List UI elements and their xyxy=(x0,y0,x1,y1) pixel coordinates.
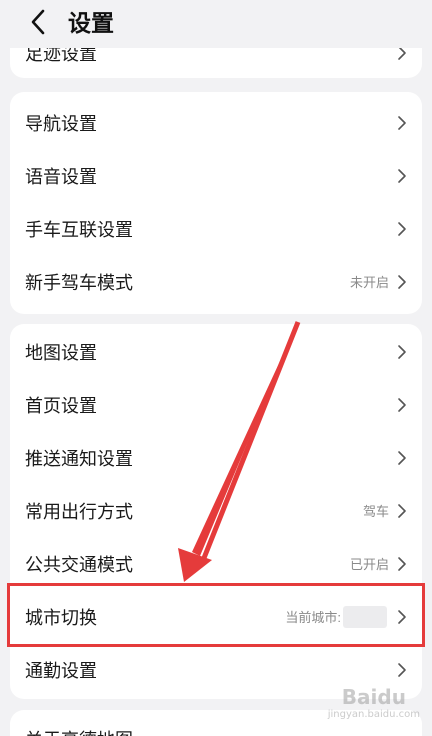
settings-page: 足迹设置 设置 导航设置 语音设置 手车互联设置 新手驾车模式 未开启 地图设置… xyxy=(0,0,432,736)
row-label: 常用出行方式 xyxy=(25,501,133,522)
chevron-right-icon xyxy=(397,168,407,184)
chevron-right-icon xyxy=(397,115,407,131)
chevron-right-icon xyxy=(397,274,407,290)
row-label: 新手驾车模式 xyxy=(25,272,133,293)
row-label: 地图设置 xyxy=(25,342,97,363)
row-label: 语音设置 xyxy=(25,166,97,187)
row-label: 城市切换 xyxy=(25,607,97,628)
push-notification-settings-row[interactable]: 推送通知设置 xyxy=(10,431,422,484)
baidu-watermark: Baidu jingyan.baidu.com xyxy=(327,687,420,724)
public-transit-mode-row[interactable]: 公共交通模式 已开启 xyxy=(10,537,422,590)
page-title: 设置 xyxy=(68,10,114,36)
settings-card-2: 地图设置 首页设置 推送通知设置 常用出行方式 驾车 公共交通模式 已开启 城市… xyxy=(10,324,422,699)
chevron-right-icon xyxy=(397,221,407,237)
watermark-subtext: jingyan.baidu.com xyxy=(327,709,420,720)
row-status-value: 未开启 xyxy=(349,275,389,290)
row-label: 首页设置 xyxy=(25,395,97,416)
chevron-right-icon xyxy=(397,450,407,466)
header-bar: 设置 xyxy=(0,0,432,48)
map-settings-row[interactable]: 地图设置 xyxy=(10,325,422,378)
novice-driving-mode-row[interactable]: 新手驾车模式 未开启 xyxy=(10,255,422,308)
home-settings-row[interactable]: 首页设置 xyxy=(10,378,422,431)
row-label: 通勤设置 xyxy=(25,660,97,681)
row-label: 导航设置 xyxy=(25,113,97,134)
navigation-settings-row[interactable]: 导航设置 xyxy=(10,96,422,149)
phone-car-link-row[interactable]: 手车互联设置 xyxy=(10,202,422,255)
voice-settings-row[interactable]: 语音设置 xyxy=(10,149,422,202)
chevron-right-icon xyxy=(397,503,407,519)
row-label: 关于高德地图 xyxy=(25,726,407,736)
chevron-right-icon xyxy=(397,344,407,360)
city-switch-row[interactable]: 城市切换 当前城市: xyxy=(10,590,422,643)
settings-card-1: 导航设置 语音设置 手车互联设置 新手驾车模式 未开启 xyxy=(10,92,422,314)
blurred-city-name xyxy=(343,605,387,628)
chevron-right-icon xyxy=(397,556,407,572)
row-status-value: 驾车 xyxy=(362,504,389,519)
travel-mode-row[interactable]: 常用出行方式 驾车 xyxy=(10,484,422,537)
row-status-value: 已开启 xyxy=(349,557,389,572)
row-label: 推送通知设置 xyxy=(25,448,133,469)
chevron-right-icon xyxy=(397,397,407,413)
row-label: 手车互联设置 xyxy=(25,219,133,240)
chevron-left-icon xyxy=(30,9,46,40)
row-label: 公共交通模式 xyxy=(25,554,133,575)
back-button[interactable] xyxy=(24,8,52,40)
chevron-right-icon xyxy=(397,609,407,625)
chevron-right-icon xyxy=(397,662,407,678)
current-city-label: 当前城市: xyxy=(285,610,341,625)
